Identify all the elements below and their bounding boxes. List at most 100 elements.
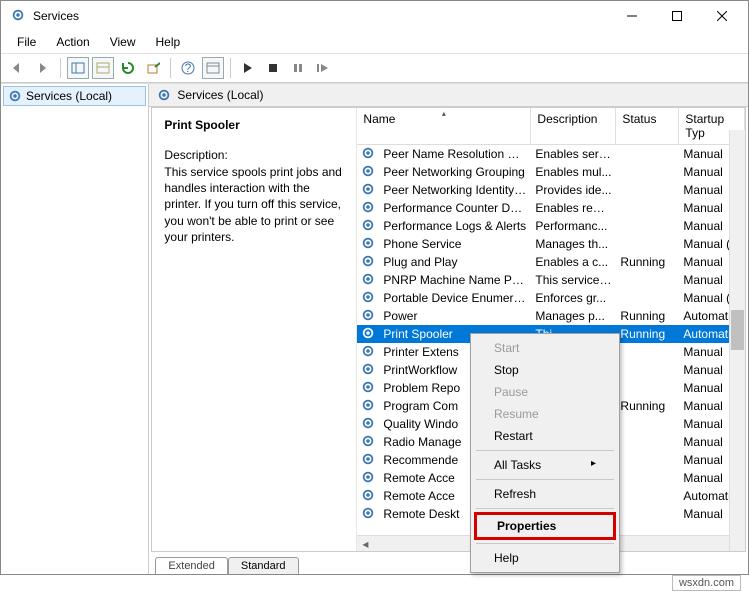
tree-root[interactable]: Services (Local) bbox=[3, 86, 146, 106]
service-icon bbox=[361, 254, 377, 270]
service-icon bbox=[361, 182, 377, 198]
cell-desc: Enables a c... bbox=[531, 255, 616, 269]
start-service-icon[interactable] bbox=[237, 57, 259, 79]
pause-service-icon[interactable] bbox=[287, 57, 309, 79]
context-menu: Start Stop Pause Resume Restart All Task… bbox=[470, 333, 620, 573]
ctx-pause[interactable]: Pause bbox=[474, 381, 616, 403]
app-icon bbox=[11, 8, 27, 24]
restart-service-icon[interactable] bbox=[312, 57, 334, 79]
ctx-sep bbox=[476, 508, 614, 509]
panel-icon[interactable] bbox=[67, 57, 89, 79]
help-icon[interactable]: ? bbox=[177, 57, 199, 79]
service-icon bbox=[361, 470, 377, 486]
table-row[interactable]: PowerManages p...RunningAutomatic bbox=[357, 307, 745, 325]
ctx-start[interactable]: Start bbox=[474, 337, 616, 359]
cell-desc: Manages th... bbox=[531, 237, 616, 251]
cell-name: Peer Networking Identity M... bbox=[379, 183, 531, 197]
service-title: Print Spooler bbox=[164, 118, 344, 132]
detail-pane: Print Spooler Description: This service … bbox=[152, 108, 357, 551]
cell-desc: Enables rem... bbox=[531, 201, 616, 215]
cell-name: Phone Service bbox=[379, 237, 531, 251]
cell-name: Power bbox=[379, 309, 531, 323]
services-icon bbox=[157, 88, 171, 102]
minimize-button[interactable] bbox=[609, 2, 654, 30]
cell-desc: Performanc... bbox=[531, 219, 616, 233]
cell-name: Peer Networking Grouping bbox=[379, 165, 531, 179]
refresh-icon[interactable] bbox=[117, 57, 139, 79]
ctx-sep bbox=[476, 543, 614, 544]
cell-name: PNRP Machine Name Publi... bbox=[379, 273, 531, 287]
table-row[interactable]: Peer Networking Identity M...Provides id… bbox=[357, 181, 745, 199]
scrollbar-thumb[interactable] bbox=[731, 310, 744, 350]
toolbar: ? bbox=[1, 54, 748, 83]
service-icon bbox=[361, 434, 377, 450]
properties-icon[interactable] bbox=[202, 57, 224, 79]
service-icon bbox=[361, 308, 377, 324]
service-icon bbox=[361, 236, 377, 252]
cell-status: Running bbox=[616, 309, 679, 323]
service-icon bbox=[361, 200, 377, 216]
tree-panel: Services (Local) bbox=[1, 84, 149, 574]
cell-name: Portable Device Enumerator... bbox=[379, 291, 531, 305]
cell-status: Running bbox=[616, 327, 679, 341]
service-icon bbox=[361, 398, 377, 414]
vertical-scrollbar[interactable] bbox=[729, 130, 745, 551]
window-title: Services bbox=[33, 9, 609, 23]
ctx-properties[interactable]: Properties bbox=[474, 512, 616, 540]
table-row[interactable]: Phone ServiceManages th...Manual (Tr bbox=[357, 235, 745, 253]
services-icon bbox=[8, 89, 22, 103]
titlebar[interactable]: Services bbox=[1, 1, 748, 31]
service-desc-label: Description: bbox=[164, 148, 344, 162]
export-icon[interactable] bbox=[142, 57, 164, 79]
tab-extended[interactable]: Extended bbox=[155, 557, 227, 574]
menu-help[interactable]: Help bbox=[148, 33, 189, 51]
detail-icon[interactable] bbox=[92, 57, 114, 79]
table-row[interactable]: Plug and PlayEnables a c...RunningManual bbox=[357, 253, 745, 271]
service-icon bbox=[361, 452, 377, 468]
services-window: Services File Action View Help ? bbox=[0, 0, 749, 575]
close-button[interactable] bbox=[699, 2, 744, 30]
back-icon[interactable] bbox=[7, 57, 29, 79]
service-icon bbox=[361, 416, 377, 432]
cell-name: Performance Logs & Alerts bbox=[379, 219, 531, 233]
right-header-label: Services (Local) bbox=[177, 88, 263, 102]
menu-action[interactable]: Action bbox=[48, 33, 97, 51]
cell-desc: Enables serv... bbox=[531, 147, 616, 161]
table-row[interactable]: PNRP Machine Name Publi...This service .… bbox=[357, 271, 745, 289]
cell-desc: Enables mul... bbox=[531, 165, 616, 179]
right-header: Services (Local) bbox=[149, 84, 748, 107]
cell-status: Running bbox=[616, 399, 679, 413]
service-icon bbox=[361, 362, 377, 378]
table-row[interactable]: Portable Device Enumerator...Enforces gr… bbox=[357, 289, 745, 307]
service-icon bbox=[361, 326, 377, 342]
service-icon bbox=[361, 146, 377, 162]
table-row[interactable]: Performance Logs & AlertsPerformanc...Ma… bbox=[357, 217, 745, 235]
ctx-all-tasks[interactable]: All Tasks bbox=[474, 454, 616, 476]
svg-text:?: ? bbox=[185, 61, 192, 75]
forward-icon[interactable] bbox=[32, 57, 54, 79]
table-row[interactable]: Peer Networking GroupingEnables mul...Ma… bbox=[357, 163, 745, 181]
ctx-resume[interactable]: Resume bbox=[474, 403, 616, 425]
menubar: File Action View Help bbox=[1, 31, 748, 54]
tab-standard[interactable]: Standard bbox=[228, 557, 299, 574]
table-row[interactable]: Peer Name Resolution Prot...Enables serv… bbox=[357, 145, 745, 163]
ctx-sep bbox=[476, 479, 614, 480]
col-status[interactable]: Status bbox=[616, 108, 679, 144]
maximize-button[interactable] bbox=[654, 2, 699, 30]
view-tabs: Extended Standard bbox=[149, 552, 748, 574]
menu-file[interactable]: File bbox=[9, 33, 44, 51]
cell-desc: Provides ide... bbox=[531, 183, 616, 197]
stop-service-icon[interactable] bbox=[262, 57, 284, 79]
col-description[interactable]: Description bbox=[531, 108, 616, 144]
cell-desc: Enforces gr... bbox=[531, 291, 616, 305]
menu-view[interactable]: View bbox=[102, 33, 144, 51]
service-icon bbox=[361, 506, 377, 522]
service-icon bbox=[361, 272, 377, 288]
ctx-help[interactable]: Help bbox=[474, 547, 616, 569]
col-name[interactable]: ▴Name bbox=[357, 108, 531, 144]
table-row[interactable]: Performance Counter DLL ...Enables rem..… bbox=[357, 199, 745, 217]
ctx-refresh[interactable]: Refresh bbox=[474, 483, 616, 505]
service-description: This service spools print jobs and handl… bbox=[164, 164, 344, 245]
ctx-stop[interactable]: Stop bbox=[474, 359, 616, 381]
ctx-restart[interactable]: Restart bbox=[474, 425, 616, 447]
